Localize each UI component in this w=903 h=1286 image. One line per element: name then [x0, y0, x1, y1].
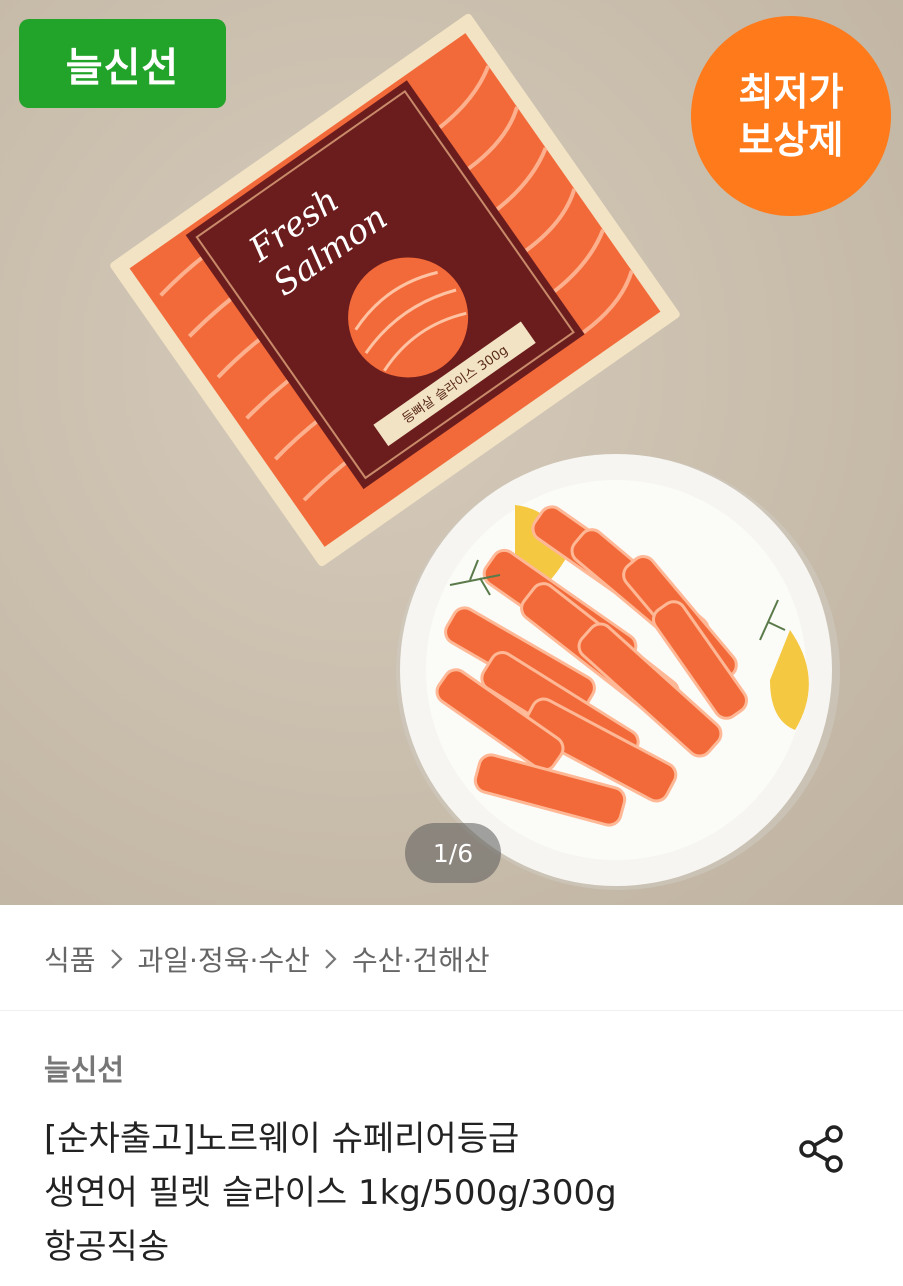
breadcrumb-item-seafood-dried[interactable]: 수산·건해산 [352, 939, 490, 979]
price-badge-line-2: 보상제 [738, 118, 844, 162]
chevron-right-icon [325, 949, 337, 969]
product-image-carousel[interactable]: Fresh Salmon 등뼈살 슬라이스 300g 늘신선 최저가 보상제 1… [0, 0, 903, 905]
chevron-right-icon [110, 949, 123, 969]
price-badge-line-1: 최저가 [738, 70, 844, 114]
breadcrumb: 식품 과일·정육·수산 수산·건해산 [44, 937, 490, 981]
product-title-line-1: [순차출고]노르웨이 슈페리어등급 [44, 1119, 520, 1159]
product-title-line-3: 항공직송 [44, 1227, 170, 1267]
brand-badge: 늘신선 [19, 19, 226, 108]
lowest-price-guarantee-badge: 최저가 보상제 [691, 16, 891, 216]
product-title-line-2: 생연어 필렛 슬라이스 1kg/500g/300g [44, 1173, 617, 1213]
breadcrumb-item-fruit-meat-seafood[interactable]: 과일·정육·수산 [138, 939, 310, 979]
product-title: [순차출고]노르웨이 슈페리어등급 생연어 필렛 슬라이스 1kg/500g/3… [44, 1112, 764, 1274]
breadcrumb-item-food[interactable]: 식품 [44, 939, 96, 979]
share-icon[interactable] [794, 1121, 850, 1177]
image-pager-indicator: 1/6 [405, 823, 501, 883]
seller-name[interactable]: 늘신선 [44, 1047, 124, 1089]
section-divider [0, 1010, 903, 1011]
